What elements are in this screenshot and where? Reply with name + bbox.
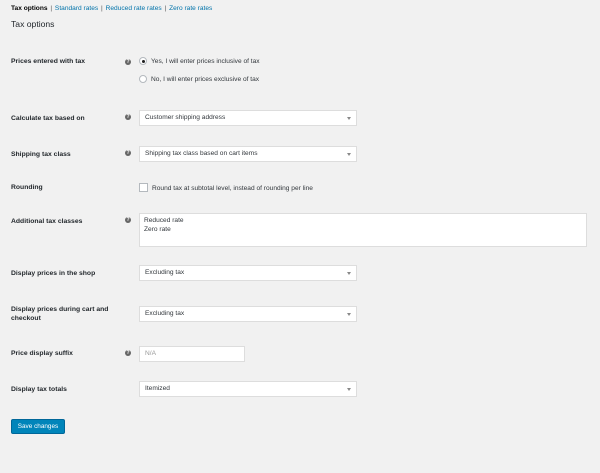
- price-suffix-input[interactable]: N/A: [139, 346, 245, 362]
- rounding-checkbox[interactable]: Round tax at subtotal level, instead of …: [139, 183, 313, 192]
- help-icon[interactable]: ?: [125, 114, 131, 120]
- shipping-tax-class-label: Shipping tax class: [11, 151, 71, 158]
- help-icon[interactable]: ?: [125, 59, 131, 65]
- tax-subnav: Tax options | Standard rates | Reduced r…: [11, 5, 213, 12]
- radio-checked-icon: [139, 57, 147, 65]
- calculate-based-on-label: Calculate tax based on: [11, 115, 85, 122]
- display-shop-select[interactable]: Excluding tax: [139, 265, 357, 281]
- chevron-down-icon: [347, 153, 351, 156]
- chevron-down-icon: [347, 388, 351, 391]
- subnav-standard-rates[interactable]: Standard rates: [55, 5, 98, 12]
- additional-classes-label: Additional tax classes: [11, 218, 83, 225]
- chevron-down-icon: [347, 313, 351, 316]
- subnav-tax-options[interactable]: Tax options: [11, 5, 48, 12]
- subnav-zero-rate-rates[interactable]: Zero rate rates: [169, 5, 212, 12]
- rounding-label: Rounding: [11, 184, 43, 191]
- display-cart-select[interactable]: Excluding tax: [139, 306, 357, 322]
- checkbox-icon: [139, 183, 148, 192]
- additional-classes-textarea[interactable]: Reduced rate Zero rate: [139, 213, 587, 247]
- prices-exclusive-radio[interactable]: No, I will enter prices exclusive of tax: [139, 75, 259, 83]
- subnav-reduced-rate-rates[interactable]: Reduced rate rates: [106, 5, 162, 12]
- calculate-based-on-select[interactable]: Customer shipping address: [139, 110, 357, 126]
- display-shop-label: Display prices in the shop: [11, 270, 96, 277]
- price-suffix-label: Price display suffix: [11, 350, 73, 357]
- radio-unchecked-icon: [139, 75, 147, 83]
- help-icon[interactable]: ?: [125, 350, 131, 356]
- page-title: Tax options: [11, 19, 55, 29]
- display-cart-label: Display prices during cart and checkout: [11, 306, 109, 322]
- chevron-down-icon: [347, 117, 351, 120]
- prices-entered-label: Prices entered with tax: [11, 58, 86, 65]
- help-icon[interactable]: ?: [125, 150, 131, 156]
- shipping-tax-class-select[interactable]: Shipping tax class based on cart items: [139, 146, 357, 162]
- display-totals-select[interactable]: Itemized: [139, 381, 357, 397]
- chevron-down-icon: [347, 272, 351, 275]
- display-totals-label: Display tax totals: [11, 386, 67, 393]
- save-changes-button[interactable]: Save changes: [11, 419, 65, 434]
- help-icon[interactable]: ?: [125, 217, 131, 223]
- prices-inclusive-radio[interactable]: Yes, I will enter prices inclusive of ta…: [139, 57, 260, 65]
